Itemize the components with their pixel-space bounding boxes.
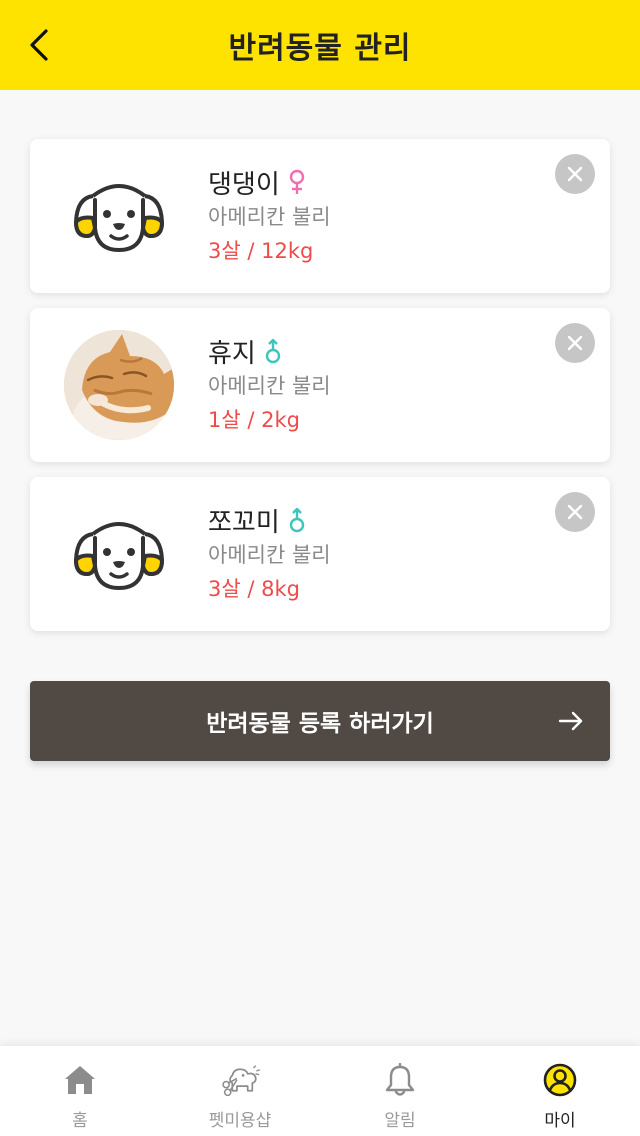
male-icon [288, 507, 306, 533]
pet-name-row: 쪼꼬미 [208, 503, 331, 538]
page-title: 반려동물 관리 [228, 31, 412, 66]
remove-pet-button[interactable] [555, 323, 595, 363]
pet-name: 쪼꼬미 [208, 507, 280, 538]
pet-breed: 아메리칸 불리 [208, 374, 331, 398]
close-icon [567, 166, 583, 182]
pet-card[interactable]: 댕댕이 아메리칸 불리 3살 / 12kg [30, 139, 610, 293]
pet-age-weight: 3살 / 12kg [208, 239, 314, 263]
pet-management-screen: 반려동물 관리 댕댕이 아메리칸 불리 3살 / 12kg 휴지 아메리칸 불리… [0, 0, 640, 1136]
nav-label: 마이 [544, 1111, 576, 1131]
pet-name: 댕댕이 [208, 169, 280, 200]
nav-label: 홈 [72, 1111, 88, 1131]
cat-photo [64, 330, 174, 440]
register-pet-button[interactable]: 반려동물 등록 하러가기 [30, 681, 610, 761]
close-icon [567, 335, 583, 351]
remove-pet-button[interactable] [555, 154, 595, 194]
profile-icon [540, 1062, 580, 1098]
pet-name-row: 휴지 [208, 334, 331, 369]
pet-avatar [64, 330, 174, 440]
dog-icon [74, 522, 164, 591]
nav-label: 알림 [384, 1111, 416, 1131]
nav-item-home[interactable]: 홈 [0, 1046, 160, 1136]
pet-card[interactable]: 휴지 아메리칸 불리 1살 / 2kg [30, 308, 610, 462]
nav-label: 펫미용샵 [208, 1111, 272, 1131]
nav-item-my[interactable]: 마이 [480, 1046, 640, 1136]
bell-icon [380, 1062, 420, 1098]
pet-breed: 아메리칸 불리 [208, 543, 331, 567]
dog-icon [74, 184, 164, 253]
male-icon [264, 338, 282, 364]
pet-info: 쪼꼬미 아메리칸 불리 3살 / 8kg [208, 503, 331, 603]
pet-name-row: 댕댕이 [208, 165, 331, 200]
arrow-right-icon [558, 711, 583, 731]
nav-item-notifications[interactable]: 알림 [320, 1046, 480, 1136]
back-button[interactable] [14, 20, 64, 70]
pet-grooming-icon [220, 1062, 260, 1098]
close-icon [567, 504, 583, 520]
app-header: 반려동물 관리 [0, 0, 640, 90]
remove-pet-button[interactable] [555, 492, 595, 532]
home-icon [60, 1062, 100, 1098]
pet-info: 휴지 아메리칸 불리 1살 / 2kg [208, 334, 331, 434]
pet-name: 휴지 [208, 338, 256, 369]
register-pet-label: 반려동물 등록 하러가기 [206, 711, 434, 737]
pet-age-weight: 1살 / 2kg [208, 408, 300, 432]
bottom-nav: 홈 펫미용샵 알림 마이 [0, 1046, 640, 1136]
pet-info: 댕댕이 아메리칸 불리 3살 / 12kg [208, 165, 331, 265]
pet-avatar [64, 161, 174, 271]
pet-age-weight: 3살 / 8kg [208, 577, 300, 601]
pet-avatar [64, 499, 174, 609]
pet-breed: 아메리칸 불리 [208, 205, 331, 229]
chevron-left-icon [30, 29, 48, 61]
pet-card[interactable]: 쪼꼬미 아메리칸 불리 3살 / 8kg [30, 477, 610, 631]
pet-list: 댕댕이 아메리칸 불리 3살 / 12kg 휴지 아메리칸 불리 1살 / 2k… [30, 139, 610, 646]
nav-item-pet-grooming[interactable]: 펫미용샵 [160, 1046, 320, 1136]
female-icon [288, 169, 306, 195]
